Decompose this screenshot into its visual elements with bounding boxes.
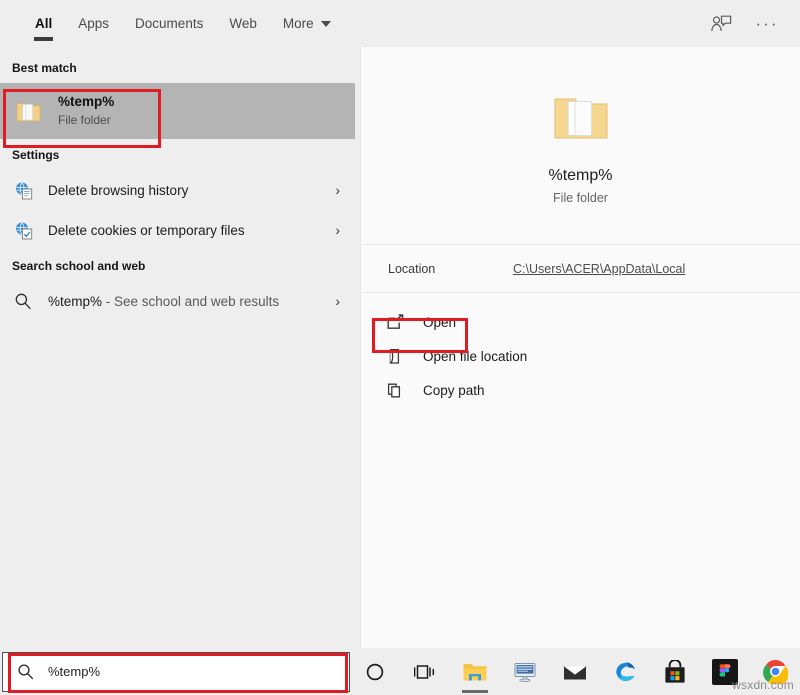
best-match-title: %temp% [58,94,115,110]
chevron-right-icon: › [335,222,340,238]
feedback-button[interactable] [702,6,740,42]
more-options-button[interactable]: ··· [748,6,786,42]
action-copy-path-label: Copy path [423,382,485,398]
circle-icon [366,663,384,680]
file-explorer-button[interactable] [450,648,500,695]
search-flyout: All Apps Documents Web More ··· Best mat… [0,0,800,648]
action-open-file-location-label: Open file location [423,348,528,364]
person-feedback-icon [711,15,732,31]
tab-more[interactable]: More [270,0,344,47]
tab-documents-label: Documents [135,16,204,31]
preview-actions: Open Open file location Copy path [361,293,800,407]
results-list: Best match %temp% File folder Settings D… [0,47,360,648]
tab-apps-label: Apps [78,16,110,31]
ellipsis-icon: ··· [755,14,779,33]
internet-options-icon [12,219,34,241]
large-folder-icon [550,86,612,153]
chevron-right-icon: › [335,182,340,198]
chevron-right-icon: › [335,293,340,309]
web-search-label: %temp% - See school and web results [48,294,335,309]
internet-options-icon [12,179,34,201]
watermark: wsxdn.com [732,678,794,692]
preview-pane: %temp% File folder Location C:\Users\ACE… [360,47,800,648]
tab-apps[interactable]: Apps [65,0,122,47]
search-filter-tabs: All Apps Documents Web More ··· [0,0,800,47]
header-actions: ··· [702,0,786,47]
edge-icon [616,661,635,681]
tab-more-label: More [282,16,314,31]
preview-subtitle: File folder [553,191,608,205]
settings-item-label: Delete browsing history [48,182,189,198]
folder-open-icon [383,345,407,367]
settings-group-header: Settings [12,148,60,162]
mail-button[interactable] [550,648,600,695]
location-row: Location C:\Users\ACER\AppData\Local [361,245,800,293]
taskbar: %temp% wsxdn.com [0,648,800,695]
settings-item-delete-cookies[interactable]: Delete cookies or temporary files › [0,210,360,250]
tab-web[interactable]: Web [216,0,270,47]
action-copy-path[interactable]: Copy path [361,373,800,407]
search-icon [17,663,34,680]
best-match-subtitle: File folder [58,112,111,127]
tab-documents[interactable]: Documents [122,0,216,47]
location-label: Location [388,261,436,276]
taskbar-search-value: %temp% [48,664,101,679]
chevron-down-icon [320,20,331,27]
task-view-icon [414,664,435,679]
location-link[interactable]: C:\Users\ACER\AppData\Local [513,262,685,276]
settings-item-delete-browsing-history[interactable]: Delete browsing history › [0,170,360,210]
preview-header: %temp% File folder [361,47,800,245]
windows-search-screen: All Apps Documents Web More ··· Best mat… [0,0,800,695]
copy-icon [383,379,407,401]
cortana-button[interactable] [350,648,400,695]
tab-web-label: Web [229,16,257,31]
settings-item-label: Delete cookies or temporary files [48,222,245,238]
search-icon [12,290,34,312]
action-open-file-location[interactable]: Open file location [361,339,800,373]
open-external-icon [383,311,407,333]
file-explorer-icon [463,663,487,680]
action-open-label: Open [423,314,457,330]
web-search-suffix: - See school and web results [102,293,280,309]
action-open[interactable]: Open [361,305,800,339]
taskbar-search-input[interactable]: %temp% [2,651,350,692]
best-match-result[interactable]: %temp% File folder [0,83,355,139]
search-body: Best match %temp% File folder Settings D… [0,47,800,648]
store-button[interactable] [650,648,700,695]
best-match-group-header: Best match [12,61,77,75]
folder-icon [12,95,44,127]
web-search-result[interactable]: %temp% - See school and web results › [0,281,360,321]
mail-icon [563,665,587,679]
preview-title: %temp% [548,167,613,184]
microsoft-store-icon [665,659,685,683]
monitor-icon [514,662,536,682]
best-match-text: %temp% File folder [58,93,114,128]
web-search-query: %temp% [48,293,103,309]
remote-desktop-button[interactable] [500,648,550,695]
edge-button[interactable] [600,648,650,695]
tab-all-label: All [35,16,53,31]
tab-all[interactable]: All [22,0,65,47]
task-view-button[interactable] [400,648,450,695]
web-group-header: Search school and web [12,259,146,273]
